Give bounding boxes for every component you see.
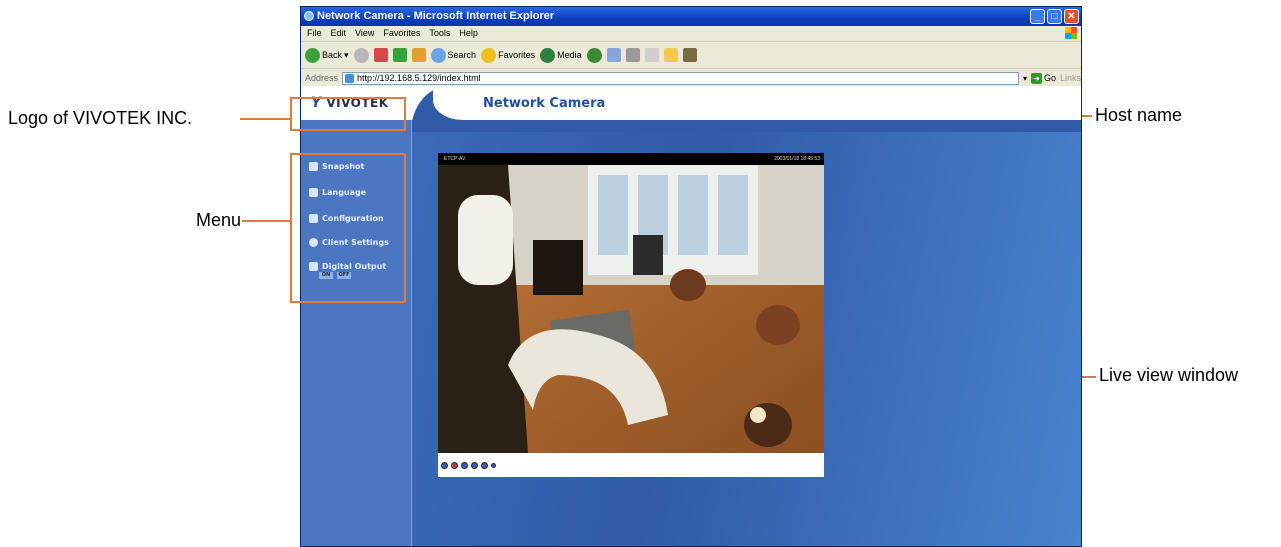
- media-button[interactable]: Media: [540, 47, 582, 63]
- live-view-controls: [438, 453, 824, 477]
- window-title: Network Camera - Microsoft Internet Expl…: [317, 10, 555, 22]
- volume-control-icon[interactable]: [481, 461, 488, 469]
- address-input[interactable]: http://192.168.5.129/index.html: [342, 71, 1019, 85]
- mail-icon[interactable]: [606, 48, 621, 62]
- favorites-icon: [481, 47, 497, 63]
- menu-highlight-box: [290, 153, 406, 303]
- go-arrow-icon: ➜: [1030, 72, 1042, 84]
- search-icon: [430, 47, 446, 63]
- toolbar: Back ▾ Search Favorites Media: [301, 42, 1081, 69]
- links-label[interactable]: Links: [1060, 73, 1081, 83]
- stop-control-icon[interactable]: [471, 461, 478, 469]
- menu-view[interactable]: View: [355, 26, 374, 41]
- ie-icon: [304, 11, 314, 21]
- edit-icon[interactable]: [644, 48, 659, 62]
- address-dropdown-icon[interactable]: ▾: [1023, 74, 1027, 83]
- page-icon: [345, 73, 355, 83]
- favorites-button[interactable]: Favorites: [481, 47, 536, 63]
- address-value: http://192.168.5.129/index.html: [357, 72, 481, 83]
- menu-file[interactable]: File: [307, 26, 322, 41]
- maximize-icon[interactable]: □: [1047, 9, 1062, 24]
- menu-edit[interactable]: Edit: [331, 26, 347, 41]
- snapshot-control-icon[interactable]: [441, 461, 448, 469]
- search-label: Search: [447, 50, 477, 60]
- media-label: Media: [557, 50, 582, 60]
- menu-tools[interactable]: Tools: [429, 26, 450, 41]
- logo-highlight-box: [290, 97, 406, 131]
- folder-icon[interactable]: [663, 48, 678, 62]
- caption-left: ETCP-AV: [444, 156, 466, 162]
- record-control-icon[interactable]: [451, 461, 458, 469]
- back-icon: [305, 47, 320, 63]
- leader-logo: [240, 118, 290, 120]
- menu-bar: File Edit View Favorites Tools Help: [301, 26, 1081, 42]
- mute-control-icon[interactable]: [491, 462, 496, 468]
- live-video[interactable]: [438, 165, 824, 453]
- back-button[interactable]: Back ▾: [305, 47, 349, 63]
- address-label: Address: [305, 73, 339, 83]
- leader-menu: [242, 220, 290, 222]
- back-label: Back: [322, 50, 343, 60]
- stop-icon[interactable]: [373, 48, 388, 62]
- home-icon[interactable]: [411, 48, 426, 62]
- live-view-window: ETCP-AV 2003/01/18 18:45:53: [438, 153, 824, 479]
- favorites-label: Favorites: [498, 50, 536, 60]
- web-page: Y VIVOTEK Network Camera Snapshot Langua…: [301, 86, 1081, 546]
- annotation-live-view: Live view window: [1099, 365, 1239, 385]
- live-view-caption: ETCP-AV 2003/01/18 18:45:53: [438, 153, 824, 165]
- close-icon[interactable]: ✕: [1064, 9, 1079, 24]
- menu-help[interactable]: Help: [459, 26, 478, 41]
- forward-icon[interactable]: [353, 47, 369, 63]
- annotation-logo: Logo of VIVOTEK INC.: [8, 108, 193, 128]
- annotation-menu: Menu: [196, 210, 242, 230]
- messenger-icon[interactable]: [682, 48, 697, 62]
- caption-timestamp: 2003/01/18 18:45:53: [774, 156, 820, 162]
- menu-favorites[interactable]: Favorites: [383, 26, 420, 41]
- search-button[interactable]: Search: [430, 47, 477, 63]
- history-icon[interactable]: [586, 47, 602, 63]
- sidebar-divider: [411, 120, 412, 546]
- host-name: Network Camera: [483, 96, 606, 111]
- minimize-icon[interactable]: _: [1030, 9, 1045, 24]
- media-icon: [540, 47, 556, 63]
- print-icon[interactable]: [625, 48, 640, 62]
- go-label: Go: [1043, 73, 1056, 83]
- go-button[interactable]: ➜ Go: [1030, 72, 1056, 84]
- title-bar: Network Camera - Microsoft Internet Expl…: [301, 7, 1081, 26]
- browser-window: Network Camera - Microsoft Internet Expl…: [300, 6, 1082, 547]
- live-video-scene: [438, 165, 824, 453]
- pause-control-icon[interactable]: [461, 461, 468, 469]
- annotation-host: Host name: [1095, 105, 1183, 125]
- refresh-icon[interactable]: [392, 48, 407, 62]
- windows-logo-icon: [1065, 27, 1077, 39]
